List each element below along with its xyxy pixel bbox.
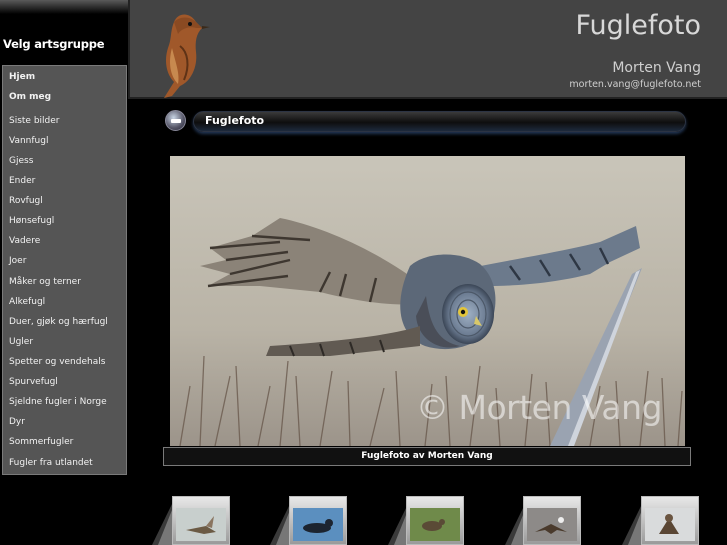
sidebar-item-joer[interactable]: Joer bbox=[9, 256, 26, 266]
section-title: Fuglefoto bbox=[205, 114, 265, 127]
thumb-reflection-icon bbox=[152, 504, 172, 545]
thumbnail-3[interactable] bbox=[406, 496, 466, 545]
header-title: Fuglefoto bbox=[575, 10, 701, 41]
sandpiper-thumbnail-icon bbox=[176, 508, 226, 541]
sidebar-item-sommerfugler[interactable]: Sommerfugler bbox=[9, 437, 73, 447]
sidebar-item-hjem[interactable]: Hjem bbox=[9, 72, 35, 82]
sidebar-item-alkefugl[interactable]: Alkefugl bbox=[9, 297, 45, 307]
sidebar-title: Velg artsgruppe bbox=[3, 37, 105, 51]
header-email[interactable]: morten.vang@fuglefoto.net bbox=[569, 79, 701, 90]
thumb-reflection-icon bbox=[270, 504, 290, 545]
header-author-name: Morten Vang bbox=[612, 60, 701, 76]
sidebar-menu: Hjem Om meg Siste bilder Vannfugl Gjess … bbox=[2, 65, 127, 475]
thumb-reflection-icon bbox=[505, 504, 525, 545]
thumbnail-5[interactable] bbox=[641, 496, 701, 545]
sidebar-item-ugler[interactable]: Ugler bbox=[9, 337, 33, 347]
photo-caption: Fuglefoto av Morten Vang bbox=[163, 447, 691, 466]
thumb-reflection-icon bbox=[388, 504, 408, 545]
left-top-gradient bbox=[0, 0, 128, 14]
sidebar-item-gjess[interactable]: Gjess bbox=[9, 156, 33, 166]
sidebar-item-rovfugl[interactable]: Rovfugl bbox=[9, 196, 43, 206]
thumbnail-2[interactable] bbox=[289, 496, 349, 545]
sidebar-item-vannfugl[interactable]: Vannfugl bbox=[9, 136, 48, 146]
raptor-snow-thumbnail-icon bbox=[645, 508, 695, 541]
sidebar-item-sjeldne-fugler[interactable]: Sjeldne fugler i Norge bbox=[9, 397, 107, 407]
diver-thumbnail-icon bbox=[293, 508, 343, 541]
bird-logo-icon bbox=[164, 14, 210, 98]
sidebar-item-spetter[interactable]: Spetter og vendehals bbox=[9, 357, 105, 367]
sidebar-item-siste-bilder[interactable]: Siste bilder bbox=[9, 116, 60, 126]
sidebar-item-vadere[interactable]: Vadere bbox=[9, 236, 40, 246]
thumbnail-1[interactable] bbox=[172, 496, 232, 545]
thumbnail-4[interactable] bbox=[523, 496, 583, 545]
sidebar-item-spurvefugl[interactable]: Spurvefugl bbox=[9, 377, 58, 387]
main-photo[interactable]: © Morten Vang bbox=[170, 156, 685, 446]
sidebar-item-honsefugl[interactable]: Hønsefugl bbox=[9, 216, 54, 226]
sidebar-item-duer[interactable]: Duer, gjøk og hærfugl bbox=[9, 317, 108, 327]
sidebar-item-maker-og-terner[interactable]: Måker og terner bbox=[9, 277, 81, 287]
sidebar-item-dyr[interactable]: Dyr bbox=[9, 417, 25, 427]
home-button-icon[interactable] bbox=[165, 110, 186, 131]
eagle-thumbnail-icon bbox=[527, 508, 577, 541]
sidebar-item-ender[interactable]: Ender bbox=[9, 176, 35, 186]
wader-grass-thumbnail-icon bbox=[410, 508, 460, 541]
sidebar-item-om-meg[interactable]: Om meg bbox=[9, 92, 51, 102]
sidebar-item-fugler-fra-utlandet[interactable]: Fugler fra utlandet bbox=[9, 458, 93, 468]
section-bar: Fuglefoto bbox=[193, 111, 686, 132]
thumb-reflection-icon bbox=[622, 504, 642, 545]
site-header: Fuglefoto Morten Vang morten.vang@fuglef… bbox=[128, 0, 727, 99]
photo-watermark: © Morten Vang bbox=[416, 388, 662, 427]
